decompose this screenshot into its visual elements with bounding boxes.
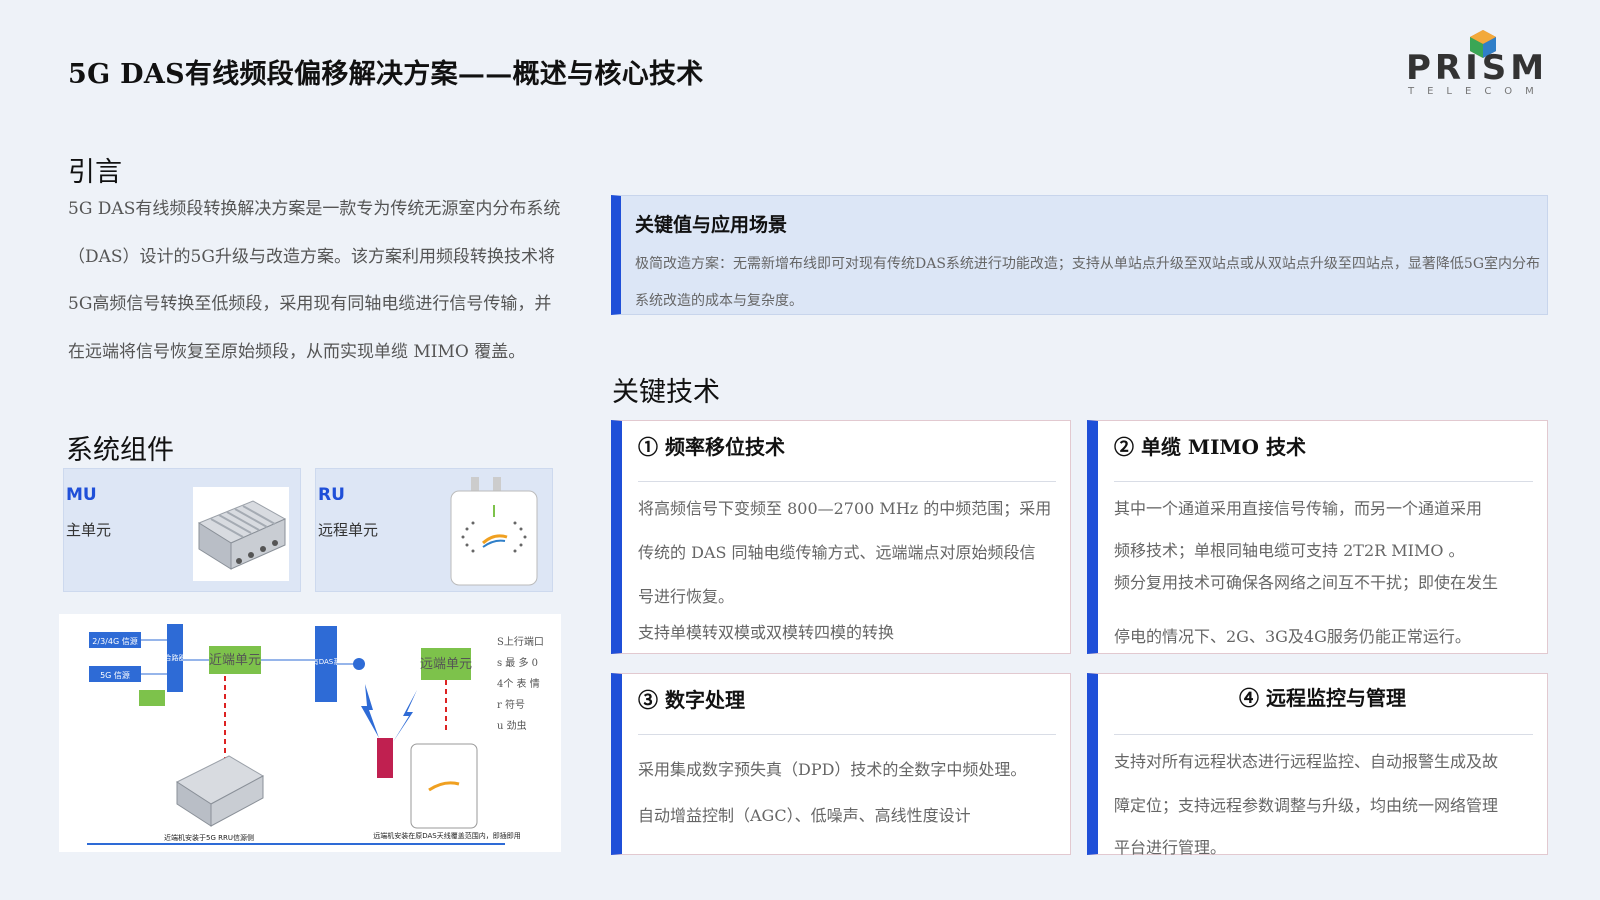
component-code: RU xyxy=(318,485,345,505)
component-name: 远程单元 xyxy=(318,521,379,539)
diagram-side-line: S上行端口 xyxy=(497,637,544,648)
intro-heading: 引言 xyxy=(68,157,122,188)
tech-card-line: 将高频信号下变频至 800—2700 MHz 的中频范围；采用 xyxy=(638,499,1052,518)
diagram-side-line: u 劲虫 xyxy=(497,721,527,732)
tech-card-line: 障定位；支持远程参数调整与升级，均由统一网络管理 xyxy=(1114,796,1499,815)
ru-device-image xyxy=(449,477,539,587)
tech-card-line: 支持单模转双模或双模转四模的转换 xyxy=(638,623,895,642)
tech-card-line: 频移技术；单根同轴电缆可支持 2T2R MIMO 。 xyxy=(1114,541,1465,560)
tech-card-title: ① 频率移位技术 xyxy=(638,435,785,459)
component-card-ru: RU 远程单元 xyxy=(315,468,553,592)
prism-logo: PRISM TELECOM xyxy=(1400,30,1570,100)
intro-paragraph: 5G DAS有线频段转换解决方案是一款专为传统无源室内分布系统（DAS）设计的5… xyxy=(68,199,561,362)
key-value-body: 极简改造方案：无需新增布线即可对现有传统DAS系统进行功能改造；支持从单站点升级… xyxy=(635,256,1541,309)
tech-card-divider xyxy=(638,734,1056,735)
tech-heading: 关键技术 xyxy=(612,377,720,408)
tech-card-line: 自动增益控制（AGC）、低噪声、高线性度设计 xyxy=(638,806,971,825)
tech-card-line: 传统的 DAS 同轴电缆传输方式、远端端点对原始频段信 xyxy=(638,543,1036,562)
components-heading: 系统组件 xyxy=(66,435,174,466)
page-title: 5G DAS有线频段偏移解决方案——概述与核心技术 xyxy=(68,59,704,90)
system-topology-diagram: 2/3/4G 信源 5G 信源 合路器 近端单元 原有DAS系统 远端单元 近端… xyxy=(87,624,521,845)
diagram-caption-right: 远端机安装在原DAS天线覆盖范围内，即插即用 xyxy=(373,831,521,840)
key-value-title: 关键值与应用场景 xyxy=(635,214,788,236)
diagram-label-234g: 2/3/4G 信源 xyxy=(92,636,137,646)
component-code: MU xyxy=(66,485,97,505)
system-diagram: 2/3/4G 信源 5G 信源 合路器 近端单元 原有DAS系统 远端单元 近端… xyxy=(59,614,561,852)
diagram-caption-left: 近端机安装于5G RRU信源侧 xyxy=(164,833,254,842)
diagram-label-das: 原有DAS系统 xyxy=(305,657,348,666)
tech-card-line: 平台进行管理。 xyxy=(1114,838,1227,857)
diagram-label-far-unit: 远端单元 xyxy=(420,657,472,672)
tech-card-frequency-shift: ① 频率移位技术 将高频信号下变频至 800—2700 MHz 的中频范围；采用… xyxy=(611,420,1071,654)
diagram-label-near-unit: 近端单元 xyxy=(209,653,261,668)
mu-device-image xyxy=(193,487,289,581)
diagram-side-line: s 最 多 0 xyxy=(497,658,539,669)
diagram-label-5g: 5G 信源 xyxy=(100,670,130,680)
tech-card-divider xyxy=(1114,481,1533,482)
tech-card-single-cable-mimo: ② 单缆 MIMO 技术 其中一个通道采用直接信号传输，而另一个通道采用 频移技… xyxy=(1087,420,1548,654)
tech-card-remote-monitoring: ④ 远程监控与管理 支持对所有远程状态进行远程监控、自动报警生成及故 障定位；支… xyxy=(1087,673,1548,857)
key-value-box: 关键值与应用场景 极简改造方案：无需新增布线即可对现有传统DAS系统进行功能改造… xyxy=(611,195,1548,315)
ru-device-icon xyxy=(450,477,538,586)
tech-card-digital-processing: ③ 数字处理 采用集成数字预失真（DPD）技术的全数字中频处理。 自动增益控制（… xyxy=(611,673,1071,855)
mu-device-icon xyxy=(197,500,287,570)
tech-card-line: 支持对所有远程状态进行远程监控、自动报警生成及故 xyxy=(1114,752,1499,771)
tech-card-divider xyxy=(1114,734,1533,735)
diagram-side-line: r 符号 xyxy=(497,700,525,711)
tech-card-line: 其中一个通道采用直接信号传输，而另一个通道采用 xyxy=(1114,499,1483,518)
tech-card-line: 频分复用技术可确保各网络之间互不干扰；即使在发生 xyxy=(1114,573,1499,592)
tech-card-line: 停电的情况下、2G、3G及4G服务仍能正常运行。 xyxy=(1114,627,1471,646)
tech-card-title: ④ 远程监控与管理 xyxy=(1239,686,1406,710)
tech-card-line: 号进行恢复。 xyxy=(638,587,735,606)
component-name: 主单元 xyxy=(66,521,112,539)
diagram-label-combiner: 合路器 xyxy=(165,653,186,662)
tech-card-title: ③ 数字处理 xyxy=(638,688,745,712)
tech-card-divider xyxy=(638,481,1056,482)
tech-card-title: ② 单缆 MIMO 技术 xyxy=(1114,435,1306,459)
tech-card-line: 采用集成数字预失真（DPD）技术的全数字中频处理。 xyxy=(638,760,1027,779)
component-card-mu: MU 主单元 xyxy=(63,468,301,592)
logo-subtitle: TELECOM xyxy=(1408,86,1547,97)
diagram-side-line: 4个 表 情 xyxy=(497,679,540,690)
logo-wordmark: PRISM xyxy=(1406,48,1549,88)
